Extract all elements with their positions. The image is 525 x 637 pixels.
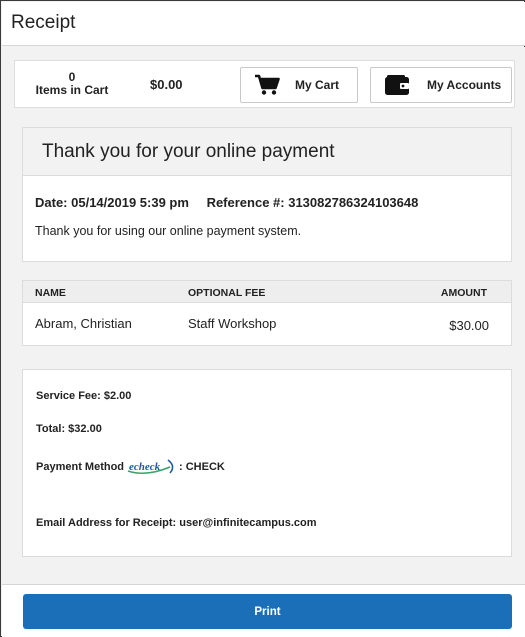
- confirmation-meta: Date: 05/14/2019 5:39 pm Reference #: 31…: [35, 195, 418, 210]
- payment-total: Total: $32.00: [36, 423, 102, 435]
- payment-date: Date: 05/14/2019 5:39 pm: [35, 195, 189, 210]
- column-header-optional-fee: OPTIONAL FEE: [188, 287, 266, 299]
- receipt-window: Receipt 0 Items in Cart $0.00 My Cart My…: [0, 0, 525, 637]
- cell-amount: $30.00: [449, 318, 489, 333]
- table-header: NAME OPTIONAL FEE AMOUNT: [23, 281, 511, 303]
- payment-method: Payment Method echeck : CHECK: [36, 458, 225, 476]
- confirmation-message: Thank you for using our online payment s…: [35, 224, 302, 238]
- table-row: Abram, Christian Staff Workshop $30.00: [23, 303, 511, 345]
- my-cart-label: My Cart: [295, 78, 340, 92]
- fee-table: NAME OPTIONAL FEE AMOUNT Abram, Christia…: [22, 280, 512, 346]
- title-bar: Receipt: [2, 2, 525, 46]
- receipt-email: Email Address for Receipt: user@infinite…: [36, 517, 317, 529]
- payment-method-value: : CHECK: [179, 461, 225, 473]
- echeck-logo-icon: echeck: [126, 458, 178, 476]
- payment-summary-card: Service Fee: $2.00 Total: $32.00 Payment…: [22, 369, 512, 557]
- receipt-content[interactable]: 0 Items in Cart $0.00 My Cart My Account…: [2, 47, 525, 584]
- svg-text:echeck: echeck: [129, 461, 161, 473]
- print-button[interactable]: Print: [23, 594, 512, 629]
- cart-total: $0.00: [150, 77, 183, 92]
- footer-bar: Print: [2, 584, 525, 637]
- shopping-cart-icon: [253, 73, 281, 97]
- items-label: Items in Cart: [35, 83, 109, 97]
- cell-optional-fee: Staff Workshop: [188, 316, 277, 331]
- column-header-name: NAME: [35, 287, 66, 299]
- wallet-icon: [383, 73, 411, 97]
- my-cart-button[interactable]: My Cart: [240, 67, 358, 103]
- service-fee: Service Fee: $2.00: [36, 390, 132, 402]
- my-accounts-label: My Accounts: [427, 78, 502, 92]
- cart-summary-bar: 0 Items in Cart $0.00 My Cart My Account…: [14, 60, 515, 108]
- payment-confirmation-card: Thank you for your online payment Date: …: [22, 127, 512, 262]
- confirmation-heading: Thank you for your online payment: [23, 128, 511, 176]
- my-accounts-button[interactable]: My Accounts: [370, 67, 512, 103]
- reference-number: Reference #: 313082786324103648: [206, 195, 419, 210]
- payment-method-label: Payment Method: [36, 461, 125, 473]
- column-header-amount: AMOUNT: [440, 287, 487, 299]
- items-in-cart: 0 Items in Cart: [27, 71, 117, 97]
- page-title: Receipt: [11, 12, 76, 33]
- cell-name: Abram, Christian: [35, 316, 132, 331]
